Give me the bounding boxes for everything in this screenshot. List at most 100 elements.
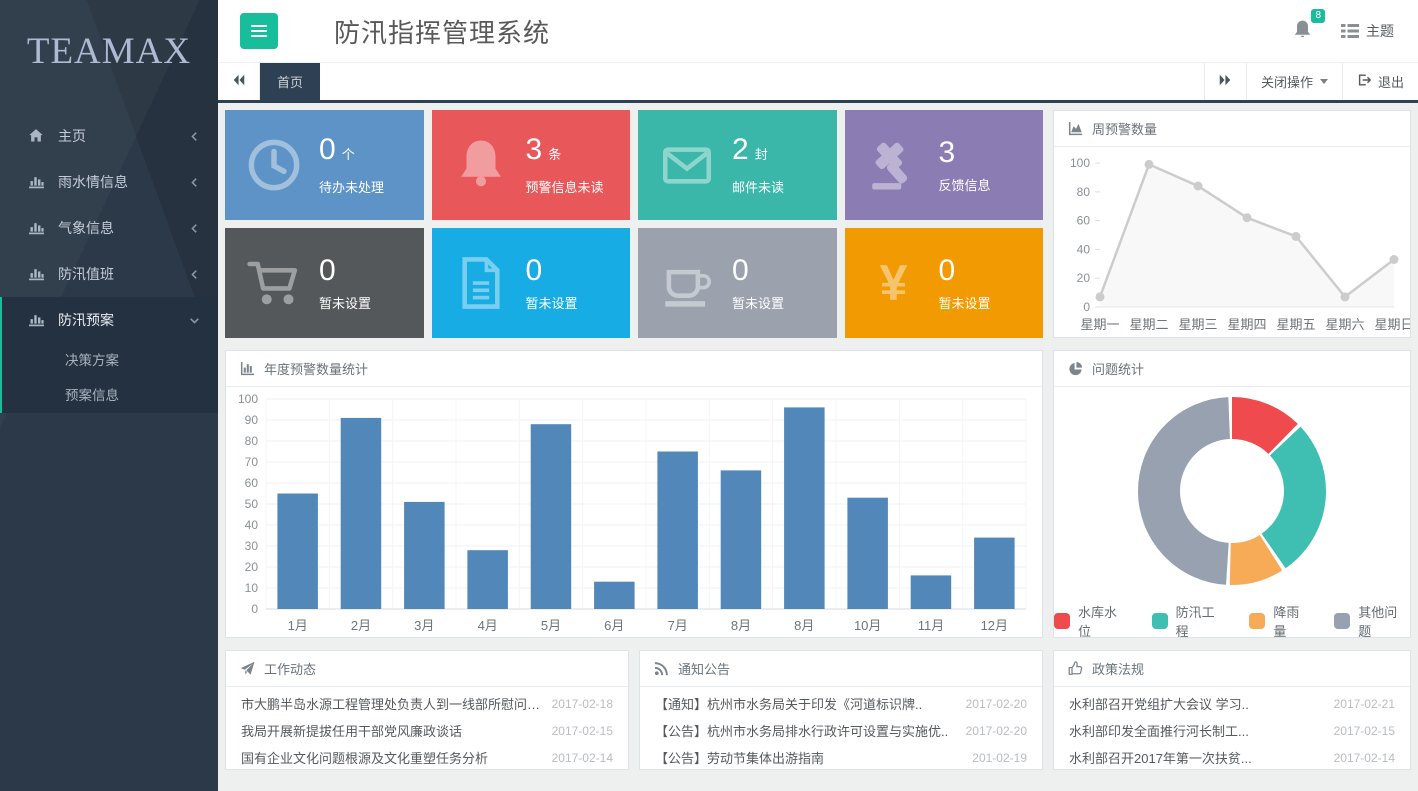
stat-card-unset-file[interactable]: 0暂未设置 — [432, 228, 631, 338]
sidebar-item-rainfall-info[interactable]: 雨水情信息 — [2, 159, 218, 205]
stat-card-value: 3条 — [526, 134, 604, 171]
stat-card-unit: 封 — [755, 147, 768, 162]
svg-text:7月: 7月 — [668, 618, 688, 633]
svg-text:100: 100 — [238, 392, 258, 406]
news-item-date: 2017-02-18 — [552, 697, 613, 711]
news-item[interactable]: 水利部召开党组扩大会议 学习..2017-02-21 — [1054, 690, 1410, 717]
news-item[interactable]: 【公告】杭州市水务局排水行政许可设置与实施优..2017-02-20 — [640, 717, 1042, 744]
topbar-right: 8 主题 — [1292, 19, 1394, 43]
svg-text:11月: 11月 — [918, 618, 945, 633]
topbar: 防汛指挥管理系统 8 主题 — [218, 0, 1418, 62]
stat-card-value: 0 — [732, 255, 784, 287]
nav-group-home: 主页 — [0, 113, 218, 159]
legend-label: 水库水位 — [1078, 602, 1130, 637]
sidebar-subitem-plan-info[interactable]: 预案信息 — [2, 378, 218, 413]
legend-label: 其他问题 — [1358, 602, 1410, 637]
news-item-title: 水利部印发全面推行河长制工... — [1069, 721, 1249, 740]
news-item-title: 【公告】劳动节集体出游指南 — [655, 748, 824, 767]
svg-text:30: 30 — [245, 539, 259, 553]
news-item-date: 201-02-19 — [972, 751, 1027, 765]
legend-label: 防汛工程 — [1176, 602, 1228, 637]
scroll-tabs-left-button[interactable] — [218, 63, 260, 100]
svg-text:2月: 2月 — [351, 618, 371, 633]
svg-text:40: 40 — [1077, 242, 1091, 256]
svg-text:100: 100 — [1070, 156, 1090, 170]
stat-card-unset-cart[interactable]: 0暂未设置 — [225, 228, 424, 338]
exit-label: 退出 — [1378, 72, 1404, 91]
theme-button[interactable]: 主题 — [1341, 21, 1394, 41]
pie-chart-icon — [1068, 361, 1083, 376]
svg-text:60: 60 — [1077, 214, 1091, 228]
sidebar-subitem-decision-plan[interactable]: 决策方案 — [2, 343, 218, 378]
stat-card-todo-unprocessed[interactable]: 0个待办未处理 — [225, 110, 424, 220]
legend-label: 降雨量 — [1273, 602, 1312, 637]
svg-text:20: 20 — [1077, 271, 1091, 285]
panel-work-news-title: 工作动态 — [264, 659, 316, 678]
tab-home[interactable]: 首页 — [260, 63, 320, 100]
legend-item: 水库水位 — [1054, 602, 1130, 637]
news-item-title: 水利部召开2017年第一次扶贫... — [1069, 748, 1252, 767]
svg-text:星期四: 星期四 — [1227, 317, 1266, 332]
notifications-button[interactable]: 8 — [1292, 19, 1313, 43]
news-item[interactable]: 国有企业文化问题根源及文化重塑任务分析2017-02-14 — [226, 744, 628, 771]
news-item[interactable]: 【公告】劳动节集体出游指南 201-02-19 — [640, 744, 1042, 771]
svg-text:12月: 12月 — [981, 618, 1008, 633]
panel-notices: 通知公告 【通知】杭州市水务局关于印发《河道标识牌..2017-02-20【公告… — [639, 650, 1043, 770]
svg-text:70: 70 — [245, 455, 259, 469]
bell-icon — [450, 134, 512, 196]
news-item-date: 2017-02-20 — [966, 697, 1027, 711]
chart-icon — [28, 174, 46, 190]
news-item-title: 国有企业文化问题根源及文化重塑任务分析 — [241, 748, 488, 767]
news-item-title: 【通知】杭州市水务局关于印发《河道标识牌.. — [655, 694, 922, 713]
cart-icon — [243, 252, 305, 314]
stat-card-mail-unread[interactable]: 2封邮件未读 — [638, 110, 837, 220]
svg-text:星期二: 星期二 — [1129, 317, 1168, 332]
news-item[interactable]: 我局开展新提拔任用干部党风廉政谈话2017-02-15 — [226, 717, 628, 744]
sidebar-item-home[interactable]: 主页 — [2, 113, 218, 159]
svg-text:星期日: 星期日 — [1374, 317, 1410, 332]
stat-card-info: 2封邮件未读 — [732, 134, 784, 196]
news-item[interactable]: 【通知】杭州市水务局关于印发《河道标识牌.. 2017-02-20 — [640, 690, 1042, 717]
chart-icon — [28, 220, 46, 236]
sidebar-item-flood-duty[interactable]: 防汛值班 — [2, 251, 218, 297]
tabbar-spacer — [320, 63, 1204, 100]
chart-icon — [28, 266, 46, 282]
scroll-tabs-right-button[interactable] — [1204, 63, 1246, 100]
svg-text:4月: 4月 — [478, 618, 498, 633]
stat-card-unset-money[interactable]: ¥0暂未设置 — [845, 228, 1044, 338]
area-chart-icon — [1068, 121, 1083, 136]
panel-weekly-warnings-title: 周预警数量 — [1092, 119, 1157, 138]
svg-text:40: 40 — [245, 518, 259, 532]
sidebar-item-label: 气象信息 — [58, 218, 114, 238]
sign-out-icon — [1357, 73, 1371, 90]
exit-button[interactable]: 退出 — [1342, 63, 1418, 100]
content-area: 0个待办未处理3条预警信息未读2封邮件未读3反馈信息0暂未设置0暂未设置0暂未设… — [218, 103, 1418, 791]
stat-card-feedback-info[interactable]: 3反馈信息 — [845, 110, 1044, 220]
close-operations-dropdown[interactable]: 关闭操作 — [1246, 63, 1342, 100]
thumbs-up-icon — [1068, 661, 1083, 676]
panel-annual-warnings: 年度预警数量统计 01020304050607080901001月2月3月4月5… — [225, 350, 1043, 638]
stat-card-unset-coffee[interactable]: 0暂未设置 — [638, 228, 837, 338]
sidebar-item-flood-plan[interactable]: 防汛预案 — [2, 297, 218, 343]
menu-toggle-button[interactable] — [240, 13, 278, 49]
rss-icon — [654, 661, 669, 676]
svg-text:1月: 1月 — [288, 618, 308, 633]
bar-chart-icon — [240, 361, 255, 376]
legend-item: 防汛工程 — [1152, 602, 1228, 637]
chevron-left-icon — [189, 223, 200, 234]
news-item[interactable]: 水利部召开2017年第一次扶贫...2017-02-14 — [1054, 744, 1410, 771]
sidebar-item-weather-info[interactable]: 气象信息 — [2, 205, 218, 251]
close-operations-label: 关闭操作 — [1261, 72, 1313, 91]
news-item-date: 2017-02-15 — [552, 724, 613, 738]
news-item[interactable]: 水利部印发全面推行河长制工...2017-02-15 — [1054, 717, 1410, 744]
svg-text:5月: 5月 — [541, 618, 561, 633]
panel-policies: 政策法规 水利部召开党组扩大会议 学习..2017-02-21水利部印发全面推行… — [1053, 650, 1411, 770]
svg-text:80: 80 — [245, 434, 259, 448]
paper-plane-icon — [240, 661, 255, 676]
stat-card-value: 3 — [939, 137, 991, 169]
policies-list: 水利部召开党组扩大会议 学习..2017-02-21水利部印发全面推行河长制工.… — [1054, 687, 1410, 771]
panel-weekly-warnings-header: 周预警数量 — [1054, 111, 1410, 147]
news-item[interactable]: 市大鹏半岛水源工程管理处负责人到一线部所慰问新春2017-02-18 — [226, 690, 628, 717]
stat-card-warning-unread[interactable]: 3条预警信息未读 — [432, 110, 631, 220]
caret-down-icon — [1320, 79, 1328, 84]
